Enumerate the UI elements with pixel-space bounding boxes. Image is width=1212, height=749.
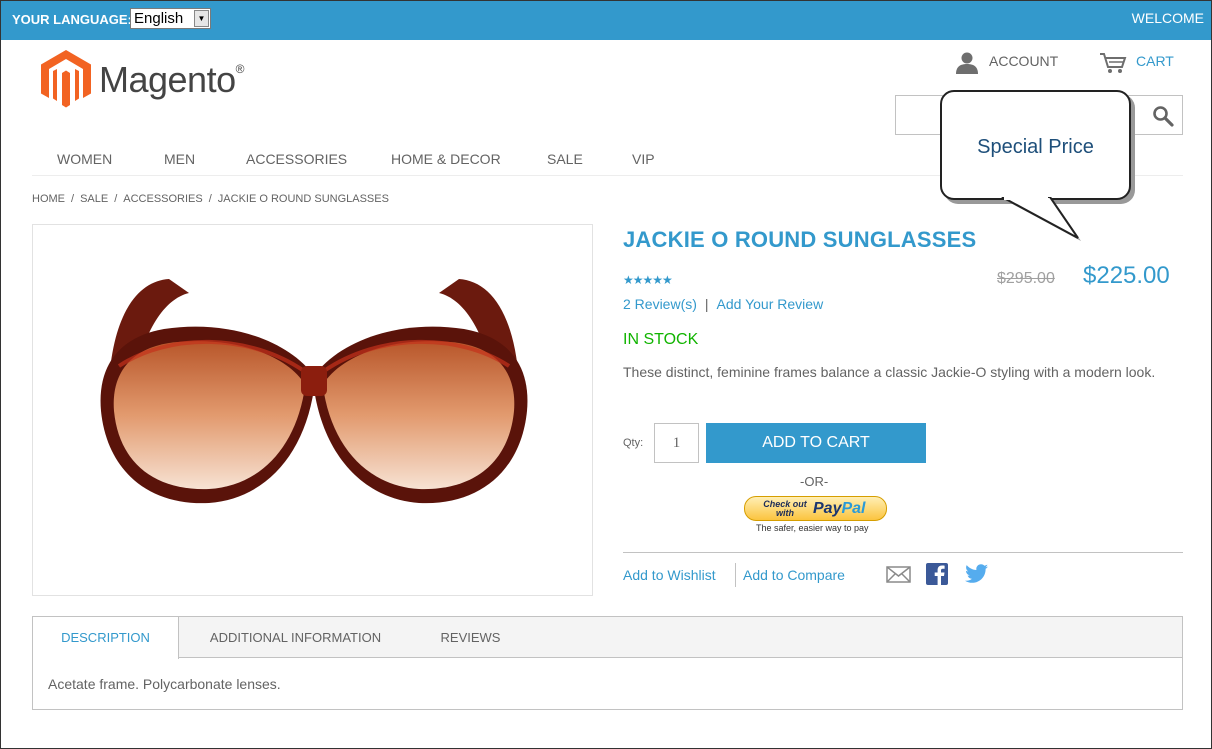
product-title: JACKIE O ROUND SUNGLASSES	[623, 227, 977, 252]
language-select[interactable]: English ▼	[130, 8, 211, 29]
add-to-compare-link[interactable]: Add to Compare	[743, 567, 845, 583]
paypal-tagline: The safer, easier way to pay	[756, 523, 869, 533]
or-divider: -OR-	[800, 474, 829, 489]
link-separator	[735, 563, 736, 587]
breadcrumb: HOME / SALE / ACCESSORIES / JACKIE O ROUND SUN…	[32, 193, 389, 205]
add-review-link[interactable]: Add Your Review	[717, 296, 824, 312]
paypal-checkout-button[interactable]: Check out with PayPal The safer, easier …	[744, 496, 887, 534]
breadcrumb-current: JACKIE O ROUND SUNGLASSES	[217, 193, 389, 205]
twitter-icon[interactable]	[965, 564, 989, 584]
product-image[interactable]	[32, 224, 593, 596]
stock-status: IN STOCK	[623, 331, 699, 348]
add-to-wishlist-link[interactable]: Add to Wishlist	[623, 567, 716, 583]
breadcrumb-sale[interactable]: SALE	[80, 193, 108, 205]
facebook-icon[interactable]	[926, 563, 948, 585]
breadcrumb-home[interactable]: HOME	[32, 193, 65, 205]
paypal-check-out-text: Check out with	[763, 499, 807, 518]
breadcrumb-separator: /	[208, 193, 212, 205]
paypal-logo: PayPal	[813, 500, 866, 517]
search-icon	[1153, 106, 1174, 127]
nav-item-sale[interactable]: SALE	[547, 151, 583, 167]
qty-label: Qty:	[623, 437, 644, 449]
add-to-cart-button[interactable]: ADD TO CART	[706, 423, 926, 463]
divider	[623, 552, 1183, 553]
tab-reviews[interactable]: REVIEWS	[428, 617, 513, 658]
sunglasses-image	[100, 279, 528, 504]
nav-item-men[interactable]: MEN	[164, 151, 195, 167]
reviews-separator: |	[704, 296, 709, 312]
cart-label: CART	[1136, 53, 1174, 69]
breadcrumb-separator: /	[114, 193, 118, 205]
breadcrumb-accessories[interactable]: ACCESSORIES	[123, 193, 202, 205]
product-tabs: DESCRIPTION ADDITIONAL INFORMATION REVIE…	[32, 616, 1183, 710]
paypal-button-body: Check out with PayPal	[744, 496, 887, 521]
tab-strip: DESCRIPTION ADDITIONAL INFORMATION REVIE…	[33, 617, 1182, 659]
welcome-text: WELCOME	[1131, 10, 1204, 26]
reviews-links: 2 Review(s) | Add Your Review	[623, 296, 823, 312]
short-description: These distinct, feminine frames balance …	[623, 364, 1156, 380]
nav-item-women[interactable]: WOMEN	[57, 151, 112, 167]
top-bar: YOUR LANGUAGE: English ▼ WELCOME	[0, 0, 1212, 40]
language-label: YOUR LANGUAGE:	[12, 12, 132, 27]
email-icon[interactable]	[886, 566, 911, 583]
callout-tail	[1001, 197, 1081, 241]
qty-input[interactable]: 1	[654, 423, 699, 463]
callout-text: Special Price	[977, 136, 1094, 158]
tab-content: Acetate frame. Polycarbonate lenses.	[48, 676, 281, 692]
magento-logo-icon	[41, 50, 91, 108]
language-value: English	[134, 10, 184, 27]
user-icon	[956, 52, 978, 74]
tab-additional-information[interactable]: ADDITIONAL INFORMATION	[193, 617, 398, 658]
breadcrumb-separator: /	[71, 193, 75, 205]
tab-description[interactable]: DESCRIPTION	[33, 617, 179, 659]
account-label: ACCOUNT	[989, 53, 1059, 69]
chevron-down-icon: ▼	[194, 10, 209, 27]
nav-item-vip[interactable]: VIP	[632, 151, 655, 167]
nav-item-home-decor[interactable]: HOME & DECOR	[391, 151, 501, 167]
cart-icon	[1100, 53, 1127, 73]
special-price: $225.00	[1083, 262, 1170, 289]
search-button[interactable]	[1142, 96, 1182, 134]
logo-text: Magento®	[99, 59, 244, 100]
nav-item-accessories[interactable]: ACCESSORIES	[246, 151, 347, 167]
old-price: $295.00	[997, 270, 1055, 287]
rating-stars: ★★★★★	[623, 273, 673, 287]
reviews-count-link[interactable]: 2 Review(s)	[623, 296, 697, 312]
special-price-callout: Special Price	[940, 90, 1131, 200]
